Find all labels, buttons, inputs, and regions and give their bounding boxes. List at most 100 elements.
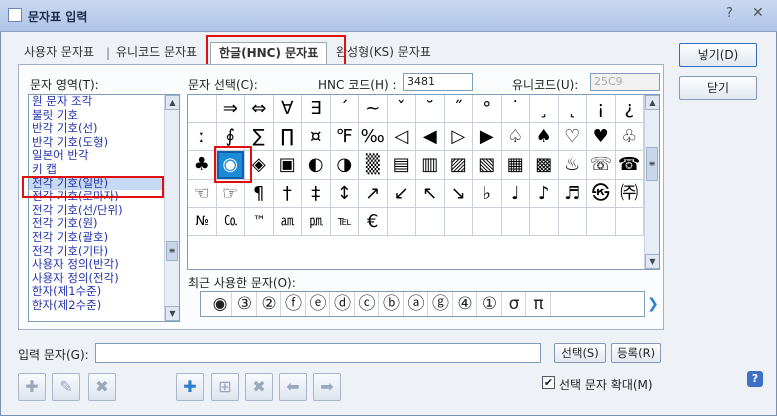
recent-item[interactable]: ⓑ xyxy=(381,292,404,316)
char-cell[interactable]: ▩ xyxy=(530,151,559,180)
select-button[interactable]: 선택(S) xyxy=(554,343,606,363)
char-cell[interactable] xyxy=(501,207,530,236)
char-cell[interactable]: ♬ xyxy=(558,179,587,208)
tab-user[interactable]: 사용자 문자표 xyxy=(24,42,94,64)
tab-ks[interactable]: 완성형(KS) 문자표 xyxy=(336,42,431,64)
char-cell[interactable]: ☏ xyxy=(587,151,616,180)
close-icon[interactable]: ✕ xyxy=(752,5,764,21)
add-icon[interactable]: ✚ xyxy=(176,373,204,401)
area-item[interactable]: 전각 기호(원) xyxy=(29,217,179,231)
char-cell[interactable]: ‡ xyxy=(302,179,331,208)
char-cell[interactable]: ♩ xyxy=(501,179,530,208)
char-cell[interactable] xyxy=(188,95,217,124)
char-cell[interactable]: ♥ xyxy=(587,123,616,152)
insert-button[interactable]: 넣기(D) xyxy=(679,43,757,67)
area-item[interactable]: 한자(제2수준) xyxy=(29,299,179,313)
grid-scrollbar[interactable]: ▲ ≡ ▼ xyxy=(644,95,659,269)
recent-item[interactable]: σ xyxy=(503,292,526,316)
area-item[interactable]: 원 문자 조각 xyxy=(29,95,179,109)
help-icon[interactable]: ? xyxy=(726,6,733,21)
scroll-thumb[interactable]: ≡ xyxy=(646,147,658,181)
area-item[interactable]: 반각 기호(선) xyxy=(29,122,179,136)
char-cell[interactable]: ´ xyxy=(330,95,359,124)
char-cell[interactable]: № xyxy=(188,207,217,236)
char-cell[interactable]: ™ xyxy=(245,207,274,236)
char-cell[interactable]: ㉿ xyxy=(587,179,616,208)
hnc-code-field[interactable]: 3481 xyxy=(403,73,473,91)
char-cell[interactable]: ↕ xyxy=(330,179,359,208)
scroll-up-icon[interactable]: ▲ xyxy=(645,95,659,110)
char-cell[interactable]: ♧ xyxy=(615,123,644,152)
char-cell[interactable]: ∏ xyxy=(273,123,302,152)
char-cell[interactable]: ¸ xyxy=(530,95,559,124)
char-cell[interactable]: ▥ xyxy=(416,151,445,180)
char-cell[interactable]: ♤ xyxy=(501,123,530,152)
char-cell[interactable]: ◑ xyxy=(330,151,359,180)
enlarge-checkbox[interactable]: ✔ xyxy=(542,376,555,389)
close-button[interactable]: 닫기 xyxy=(679,76,757,100)
char-cell[interactable]: ↖ xyxy=(416,179,445,208)
char-cell[interactable]: ▣ xyxy=(273,151,302,180)
char-cell[interactable]: ː xyxy=(188,123,217,152)
char-cell[interactable] xyxy=(444,207,473,236)
char-cell[interactable]: ↗ xyxy=(359,179,388,208)
scroll-down-icon[interactable]: ▼ xyxy=(165,306,179,321)
recent-item[interactable]: ⓐ xyxy=(405,292,428,316)
char-cell[interactable]: ㈜ xyxy=(615,179,644,208)
char-cell[interactable]: ℉ xyxy=(330,123,359,152)
char-cell[interactable]: ˙ xyxy=(501,95,530,124)
area-list[interactable]: 원 문자 조각 불릿 기호 반각 기호(선) 반각 기호(도형) 일본어 반각 키 캡 전각… xyxy=(28,94,180,322)
char-cell[interactable]: ♭ xyxy=(473,179,502,208)
char-cell[interactable]: ▨ xyxy=(444,151,473,180)
area-item[interactable]: 전각 기호(선/단위) xyxy=(29,203,179,218)
char-cell[interactable]: ˛ xyxy=(558,95,587,124)
char-cell[interactable] xyxy=(473,207,502,236)
char-cell[interactable]: ♣ xyxy=(188,151,217,180)
char-cell[interactable]: ℡ xyxy=(330,207,359,236)
char-cell[interactable]: ▦ xyxy=(501,151,530,180)
area-item[interactable]: 일본어 반각 xyxy=(29,149,179,163)
char-cell[interactable]: ∃ xyxy=(302,95,331,124)
char-cell[interactable]: ♡ xyxy=(558,123,587,152)
area-item[interactable]: 전각 기호(괄호) xyxy=(29,231,179,245)
char-cell[interactable]: ☎ xyxy=(615,151,644,180)
char-cell[interactable]: ¡ xyxy=(587,95,616,124)
char-cell[interactable] xyxy=(416,207,445,236)
char-cell[interactable]: ¶ xyxy=(245,179,274,208)
recent-item[interactable]: ⓔ xyxy=(307,292,330,316)
char-cell[interactable]: ☞ xyxy=(216,179,245,208)
char-cell[interactable]: ˇ xyxy=(387,95,416,124)
char-cell[interactable] xyxy=(587,207,616,236)
recent-item[interactable]: ③ xyxy=(234,292,257,316)
area-item[interactable]: 반각 기호(도형) xyxy=(29,135,179,150)
scroll-thumb[interactable]: ≡ xyxy=(166,241,178,261)
char-cell[interactable]: ↘ xyxy=(444,179,473,208)
char-cell[interactable]: € xyxy=(359,207,388,236)
char-cell[interactable]: ˘ xyxy=(416,95,445,124)
char-cell[interactable]: ♪ xyxy=(530,179,559,208)
char-cell[interactable]: ▶ xyxy=(473,123,502,152)
recent-item[interactable]: π xyxy=(528,292,551,316)
char-cell[interactable]: ☜ xyxy=(188,179,217,208)
area-item[interactable]: 한자(제1수준) xyxy=(29,285,179,299)
area-scrollbar[interactable]: ▲ ≡ ▼ xyxy=(164,95,179,321)
char-cell[interactable] xyxy=(387,207,416,236)
recent-item[interactable]: ⓓ xyxy=(332,292,355,316)
char-cell[interactable]: ~ xyxy=(359,95,388,124)
char-cell[interactable]: ¿ xyxy=(615,95,644,124)
help-button-icon[interactable]: ? xyxy=(747,371,763,387)
char-cell[interactable]: ▧ xyxy=(473,151,502,180)
scroll-up-icon[interactable]: ▲ xyxy=(165,95,179,110)
char-cell[interactable]: ‰ xyxy=(359,123,388,152)
char-cell[interactable]: ¤ xyxy=(302,123,331,152)
char-cell[interactable] xyxy=(530,207,559,236)
char-cell[interactable]: ◁ xyxy=(387,123,416,152)
char-cell[interactable]: ⇒ xyxy=(216,95,245,124)
input-field[interactable] xyxy=(95,343,541,363)
recent-item[interactable]: ④ xyxy=(454,292,477,316)
register-button[interactable]: 등록(R) xyxy=(611,343,661,363)
tab-unicode[interactable]: 유니코드 문자표 xyxy=(116,42,197,64)
char-cell[interactable]: ㏘ xyxy=(302,207,331,236)
char-cell[interactable]: † xyxy=(273,179,302,208)
char-cell[interactable]: ∀ xyxy=(273,95,302,124)
